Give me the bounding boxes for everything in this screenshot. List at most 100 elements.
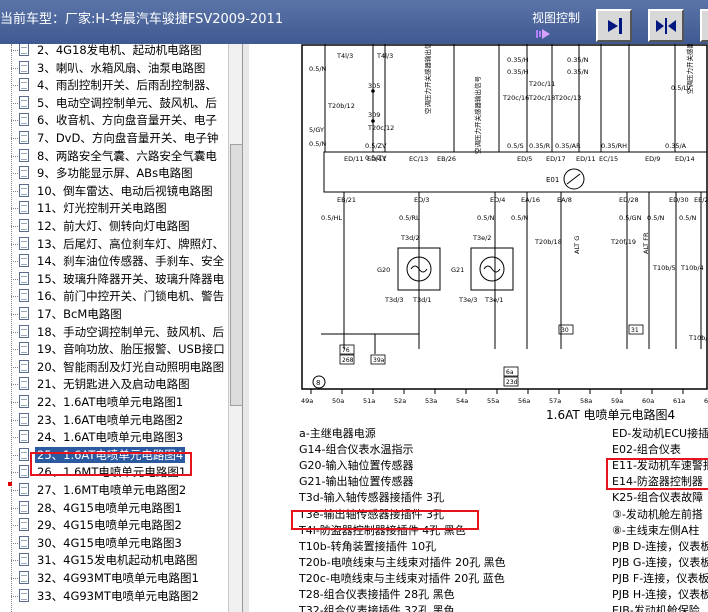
pane-splitter[interactable] (242, 44, 249, 612)
wire (566, 173, 581, 185)
tree-scrollbar[interactable] (228, 44, 243, 612)
ruler-label: 49a (301, 397, 313, 405)
tree-item[interactable]: 2、4G18发电机、起动机电路图 (0, 44, 228, 59)
tree-item[interactable]: 6、收音机、方向盘音量开关、电子 (0, 111, 228, 129)
sine-icon (483, 265, 501, 273)
terminal-label: 31 (631, 327, 639, 334)
side-label: 空调压力开关感器输出信号 (473, 76, 482, 155)
tree-item[interactable]: 16、前门中控开关、门锁电机、警告 (0, 287, 228, 305)
tree-item[interactable]: 33、4G93MT电喷单元电路图2 (0, 587, 228, 605)
tree-item-label: 12、前大灯、侧转向灯电路图 (37, 219, 190, 233)
tree-item[interactable]: 18、手动空调控制单元、鼓风机、后 (0, 323, 228, 341)
pin-label: EB/21 (337, 196, 356, 204)
wire-label: T20c/18 (528, 94, 555, 102)
tree-item[interactable]: 32、4G93MT电喷单元电路图1 (0, 569, 228, 587)
document-icon (19, 236, 29, 250)
document-icon (19, 201, 29, 215)
document-icon (19, 342, 29, 356)
legend-highlight-t4l (291, 510, 479, 530)
tree-item[interactable]: 10、倒车雷达、电动后视镜电路图 (0, 182, 228, 200)
wire-label: 0.35/AR (555, 142, 581, 150)
legend-entry: ③-发动机舱左前搭 (612, 507, 703, 521)
tree-item[interactable]: 17、BcM电路图 (0, 305, 228, 323)
legend-entry: G14-组合仪表水温指示 (299, 443, 414, 457)
component-label: T3e/3 (458, 296, 477, 304)
tree-item[interactable]: 14、刹车油位传感器、手刹车、安全 (0, 252, 228, 270)
title-bar: 当前车型：厂家:H-华晨汽车骏捷FSV2009-2011 视图控制 (0, 0, 708, 44)
document-icon (19, 571, 29, 584)
wire-label: 309 (368, 111, 380, 119)
tree-item[interactable]: 30、4G15电喷单元电路图3 (0, 534, 228, 552)
diagram-title: 1.6AT 电喷单元电路图4 (546, 408, 676, 422)
component-label: G21 (451, 266, 464, 274)
tree-item[interactable]: 20、智能雨刮及灯光自动照明电路图 (0, 358, 228, 376)
legend-entry: T20b-电喷线束与主线束对插件 20孔 黑色 (299, 555, 506, 569)
ruler-label: 59a (611, 397, 623, 405)
wire-label: 0.35/H (507, 56, 529, 64)
document-icon (19, 148, 29, 162)
component-label: T20f/19 (610, 238, 636, 246)
tree-item[interactable]: 4、雨刮控制开关、后雨刮控制器、 (0, 76, 228, 94)
legend-entry: T3d-输入轴传感器接插件 3孔 (299, 491, 445, 505)
component-label: T20b/18 (534, 238, 562, 246)
side-label: 空调压力开关感器输出信号 (423, 44, 432, 114)
ruler-label: 60a (642, 397, 654, 405)
tree-item[interactable]: 24、1.6AT电喷单元电路图3 (0, 428, 228, 446)
wire-label: 0.35/N (567, 56, 589, 64)
tree-item[interactable]: 22、1.6AT电喷单元电路图1 (0, 393, 228, 411)
tree-item[interactable]: 9、多功能显示屏、ABs电路图 (0, 164, 228, 182)
tree-item[interactable]: 31、4G15发电机起动机电路图 (0, 551, 228, 569)
tree-item[interactable]: 19、音响功放、胎压报警、USB接口 (0, 340, 228, 358)
marker-dot (8, 482, 12, 486)
tree-item-label: 20、智能雨刮及灯光自动照明电路图 (37, 359, 225, 374)
document-icon (19, 430, 29, 444)
wire-label: T20c/11 (528, 80, 555, 88)
wire-label: ALT G (573, 236, 581, 254)
pin-label: ED/30 (669, 196, 689, 204)
terminal-label: 76 (342, 347, 350, 354)
document-icon (19, 465, 29, 479)
tree-item[interactable]: 28、4G15电喷单元电路图1 (0, 499, 228, 517)
tree-item[interactable]: 21、无钥匙进入及启动电路图 (0, 375, 228, 393)
tree-item[interactable]: 8、两路安全气囊、六路安全气囊电 (0, 147, 228, 165)
legend-highlight-e14 (606, 458, 708, 490)
document-icon (19, 447, 29, 461)
document-icon (19, 500, 29, 514)
align-right-button[interactable] (596, 9, 632, 42)
legend-entry: G21-输出轴位置传感器 (299, 475, 414, 489)
document-icon (19, 113, 29, 127)
tree-item[interactable]: 11、灯光控制开关电路图 (0, 199, 228, 217)
wire-label: T20c/13 (554, 94, 581, 102)
tree-item[interactable]: 5、电动空调控制单元、鼓风机、后 (0, 94, 228, 112)
tree-item[interactable]: 27、1.6MT电喷单元电路图2 (0, 481, 228, 499)
ruler-label: 54a (456, 397, 468, 405)
wire-label: 0.5/N (309, 140, 327, 148)
component-label: T3d/1 (412, 296, 432, 304)
tree-item[interactable]: 15、玻璃升降器开关、玻璃升降器电 (0, 270, 228, 288)
legend-entry: T28-组合仪表接插件 28孔 黑色 (299, 588, 455, 601)
tree-item[interactable]: 13、后尾灯、高位刹车灯、牌照灯、 (0, 235, 228, 253)
pin-label: ED/4 (490, 196, 505, 204)
expand-button[interactable] (700, 9, 708, 42)
document-icon (19, 289, 29, 303)
arrow-right-bar-icon (608, 18, 622, 34)
tree-item[interactable]: 7、DvD、方向盘音量开关、电子钟 (0, 129, 228, 147)
ruler-label: 61a (673, 397, 685, 405)
tree-item[interactable]: 29、4G15电喷单元电路图2 (0, 516, 228, 534)
pin-label: ED/11 (344, 155, 364, 163)
wire-label: 0.35/N (567, 68, 589, 76)
tree-item-label: 13、后尾灯、高位刹车灯、牌照灯、 (37, 236, 225, 251)
tree-item[interactable]: 23、1.6AT电喷单元电路图2 (0, 411, 228, 429)
tree-item-label: 7、DvD、方向盘音量开关、电子钟 (37, 131, 219, 145)
document-icon (19, 183, 29, 197)
pin-label: EA/8 (557, 196, 572, 204)
document-icon (19, 377, 29, 391)
fit-center-button[interactable] (648, 9, 684, 42)
tree-item[interactable]: 3、喇叭、水箱风扇、油泵电路图 (0, 59, 228, 77)
ecu-label: E01 (546, 176, 559, 184)
wire-label: T20b/12 (327, 102, 355, 110)
tree-item[interactable]: 12、前大灯、侧转向灯电路图 (0, 217, 228, 235)
pin-label: ED/9 (645, 155, 660, 163)
wire-label: T20c/16 (502, 94, 529, 102)
component-label: T10b/5 (652, 264, 676, 272)
